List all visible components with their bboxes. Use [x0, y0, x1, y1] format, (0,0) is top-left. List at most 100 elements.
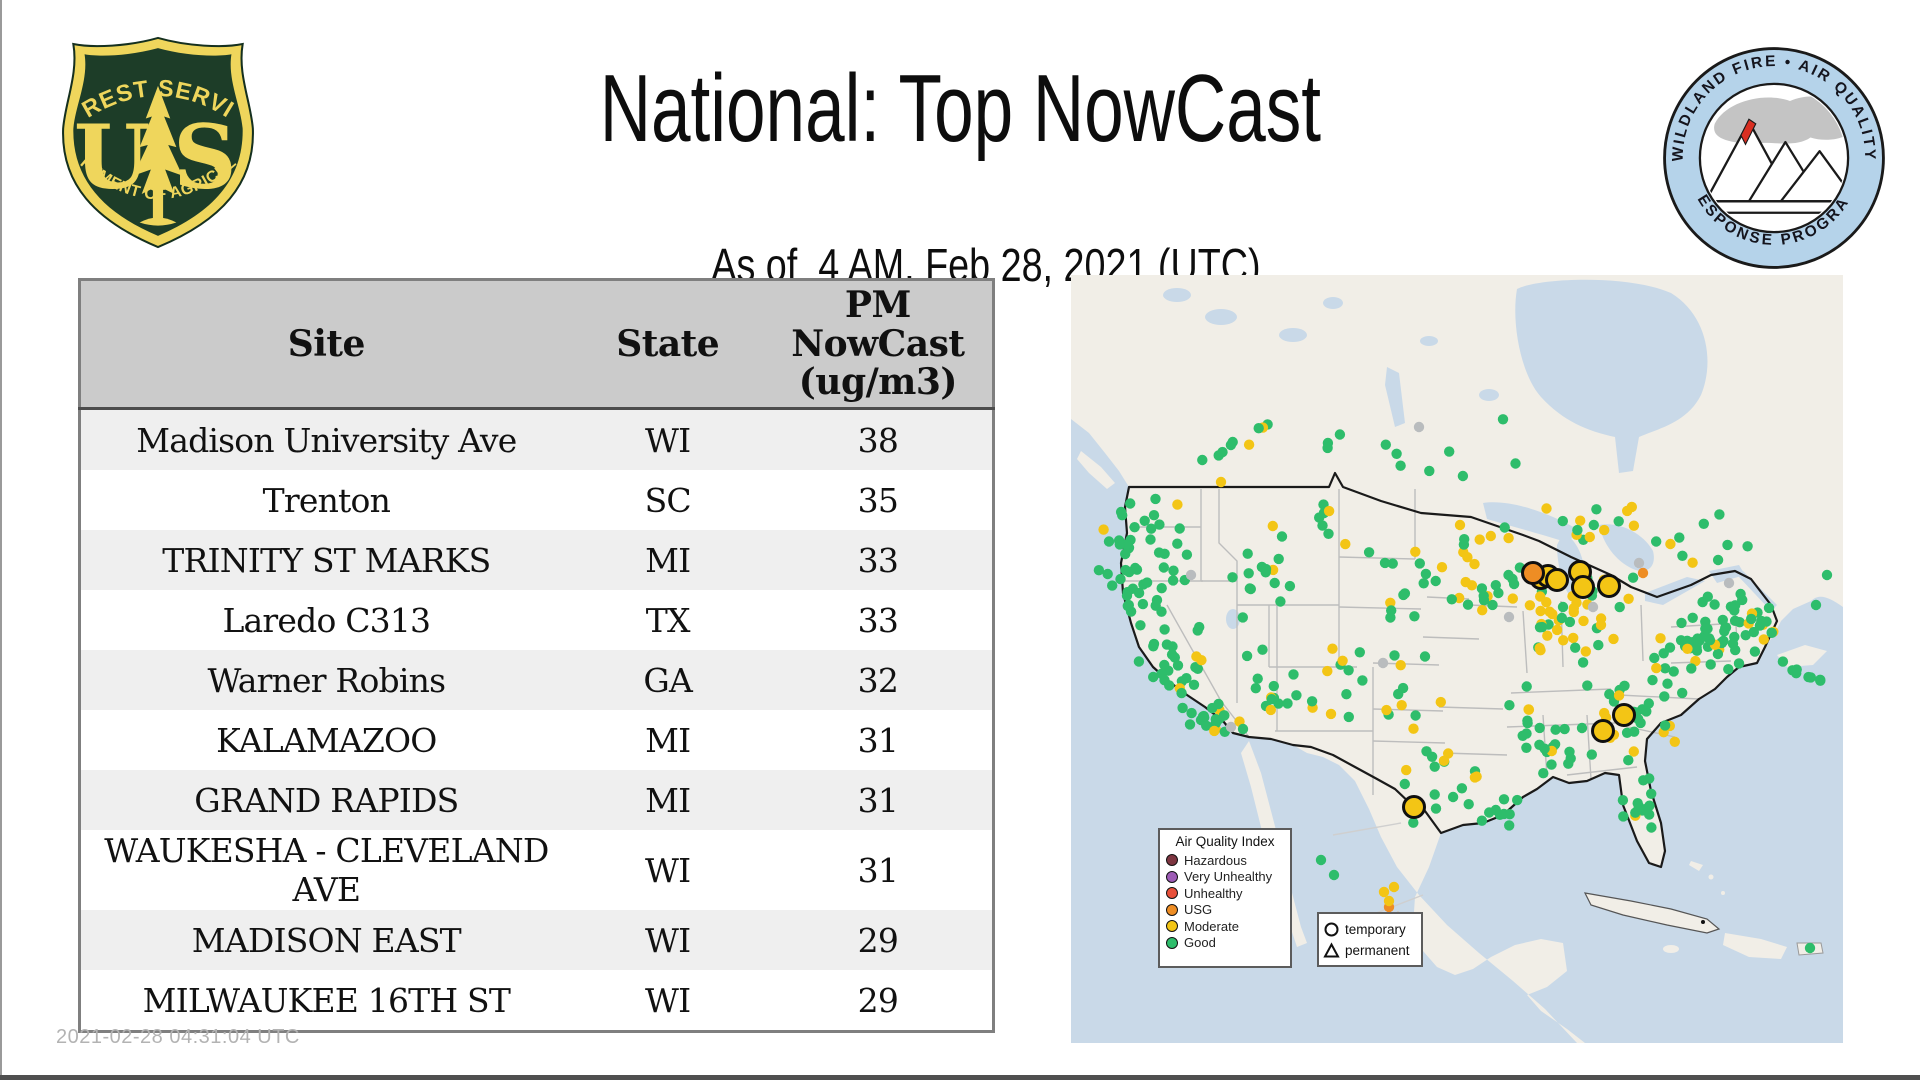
monitor-dot [1430, 575, 1441, 587]
monitor-dot [1619, 680, 1630, 691]
monitor-dot [1644, 773, 1655, 784]
aqi-legend-label: Hazardous [1184, 852, 1247, 868]
monitor-dot [1133, 656, 1145, 667]
marker-legend-label: temporary [1345, 922, 1406, 937]
monitor-dot [1098, 524, 1109, 535]
state-cell: WI [571, 910, 764, 970]
monitor-dot [1399, 778, 1410, 790]
monitor-dot [1401, 764, 1412, 776]
monitor-dot [1617, 795, 1629, 806]
monitor-dot [1572, 524, 1583, 536]
monitor-dot [1447, 791, 1459, 803]
monitor-dot [1557, 601, 1569, 613]
monitor-dot [1430, 803, 1442, 814]
monitor-dot [1623, 755, 1634, 766]
monitor-dot [1746, 613, 1757, 625]
monitor-dot [1266, 694, 1277, 705]
aqi-legend-label: Good [1184, 935, 1216, 951]
wfaqrp-logo: WILDLAND FIRE • AIR QUALITY RESPONSE PRO… [1660, 44, 1885, 269]
monitor-dot [1613, 516, 1624, 527]
monitor-dot [1551, 624, 1563, 636]
monitor-dot [1577, 657, 1589, 668]
monitor-dot [1217, 446, 1228, 458]
monitor-dot [1243, 439, 1255, 450]
monitor-dot [1575, 515, 1586, 526]
monitor-dot [1493, 587, 1504, 599]
monitor-dot [1541, 503, 1552, 514]
monitor-dot [1477, 605, 1488, 616]
monitor-dot [1387, 558, 1398, 569]
top-site-marker [1545, 568, 1569, 592]
monitor-dot [1763, 602, 1775, 614]
monitor-dot [1424, 465, 1435, 477]
monitor-dot [1729, 615, 1741, 626]
monitor-dot [1242, 548, 1253, 559]
monitor-dot [1243, 568, 1254, 579]
monitor-dot [1314, 512, 1325, 523]
site-cell: TRINITY ST MARKS [79, 530, 572, 590]
aqi-legend-label: Very Unhealthy [1184, 869, 1273, 885]
top-site-marker [1612, 703, 1636, 727]
monitor-dot [1714, 509, 1725, 520]
marker-legend-permanent: permanent [1323, 940, 1417, 961]
monitor-dot [1444, 446, 1455, 457]
monitor-dot [1408, 817, 1419, 828]
monitor-dot [1156, 583, 1167, 594]
monitor-dot [1804, 942, 1816, 954]
monitor-dot [1185, 569, 1197, 581]
monitor-dot [1334, 429, 1346, 440]
monitor-dot [1252, 673, 1263, 684]
monitor-dot [1558, 635, 1569, 646]
monitor-dot [1135, 620, 1146, 631]
monitor-dot [1651, 662, 1662, 674]
monitor-dot [1435, 696, 1446, 708]
aqi-legend-item: Moderate [1166, 918, 1284, 935]
monitor-dot [1675, 635, 1687, 646]
monitor-dot [1395, 460, 1406, 471]
top-site-marker [1597, 574, 1621, 598]
monitor-dot [1659, 691, 1670, 702]
monitor-dot [1237, 612, 1248, 623]
monitor-dot [1145, 534, 1156, 545]
monitor-dot [1640, 803, 1652, 815]
monitor-dot [1115, 573, 1126, 585]
monitor-dot [1749, 646, 1761, 657]
monitor-dot [1153, 547, 1165, 558]
monitor-dot [1327, 643, 1338, 654]
monitor-dot [1410, 546, 1421, 557]
monitor-dot [1156, 606, 1167, 617]
monitor-dot [1507, 593, 1518, 604]
state-cell: WI [571, 970, 764, 1032]
monitor-dot [1260, 567, 1271, 578]
monitor-dot [1227, 572, 1238, 583]
monitor-dot [1210, 714, 1221, 725]
monitor-dot [1268, 680, 1279, 692]
monitor-dot [1420, 568, 1432, 580]
monitor-dot [1454, 519, 1466, 531]
table-row: Trenton SC 35 [79, 470, 994, 530]
monitor-dot [1541, 597, 1552, 608]
monitor-dot [1497, 414, 1509, 425]
monitor-dot [1498, 794, 1510, 805]
monitor-dot [1674, 532, 1685, 543]
pm-value-cell: 29 [763, 910, 994, 970]
table-row: TRINITY ST MARKS MI 33 [79, 530, 994, 590]
marker-type-legend: temporary permanent [1317, 912, 1423, 967]
table-header-row: Site State PM NowCast (ug/m3) [79, 279, 994, 410]
monitor-dot [1154, 519, 1165, 530]
monitor-dot [1722, 539, 1733, 551]
monitor-dot [1125, 498, 1136, 509]
monitor-dot [1250, 683, 1261, 694]
monitor-dot [1503, 611, 1515, 623]
site-cell: KALAMAZOO [79, 710, 572, 770]
aqi-map: Air Quality Index Hazardous Very Unhealth… [1071, 275, 1843, 1043]
monitor-dot [1456, 783, 1468, 794]
aqi-color-swatch [1166, 870, 1178, 883]
monitor-dot [1341, 689, 1352, 700]
monitor-dot [1469, 558, 1480, 570]
monitor-dot [1469, 772, 1481, 783]
monitor-dot [1676, 617, 1687, 629]
monitor-dot [1426, 751, 1438, 762]
monitor-dot [1614, 601, 1625, 613]
monitor-dot [1504, 820, 1515, 831]
